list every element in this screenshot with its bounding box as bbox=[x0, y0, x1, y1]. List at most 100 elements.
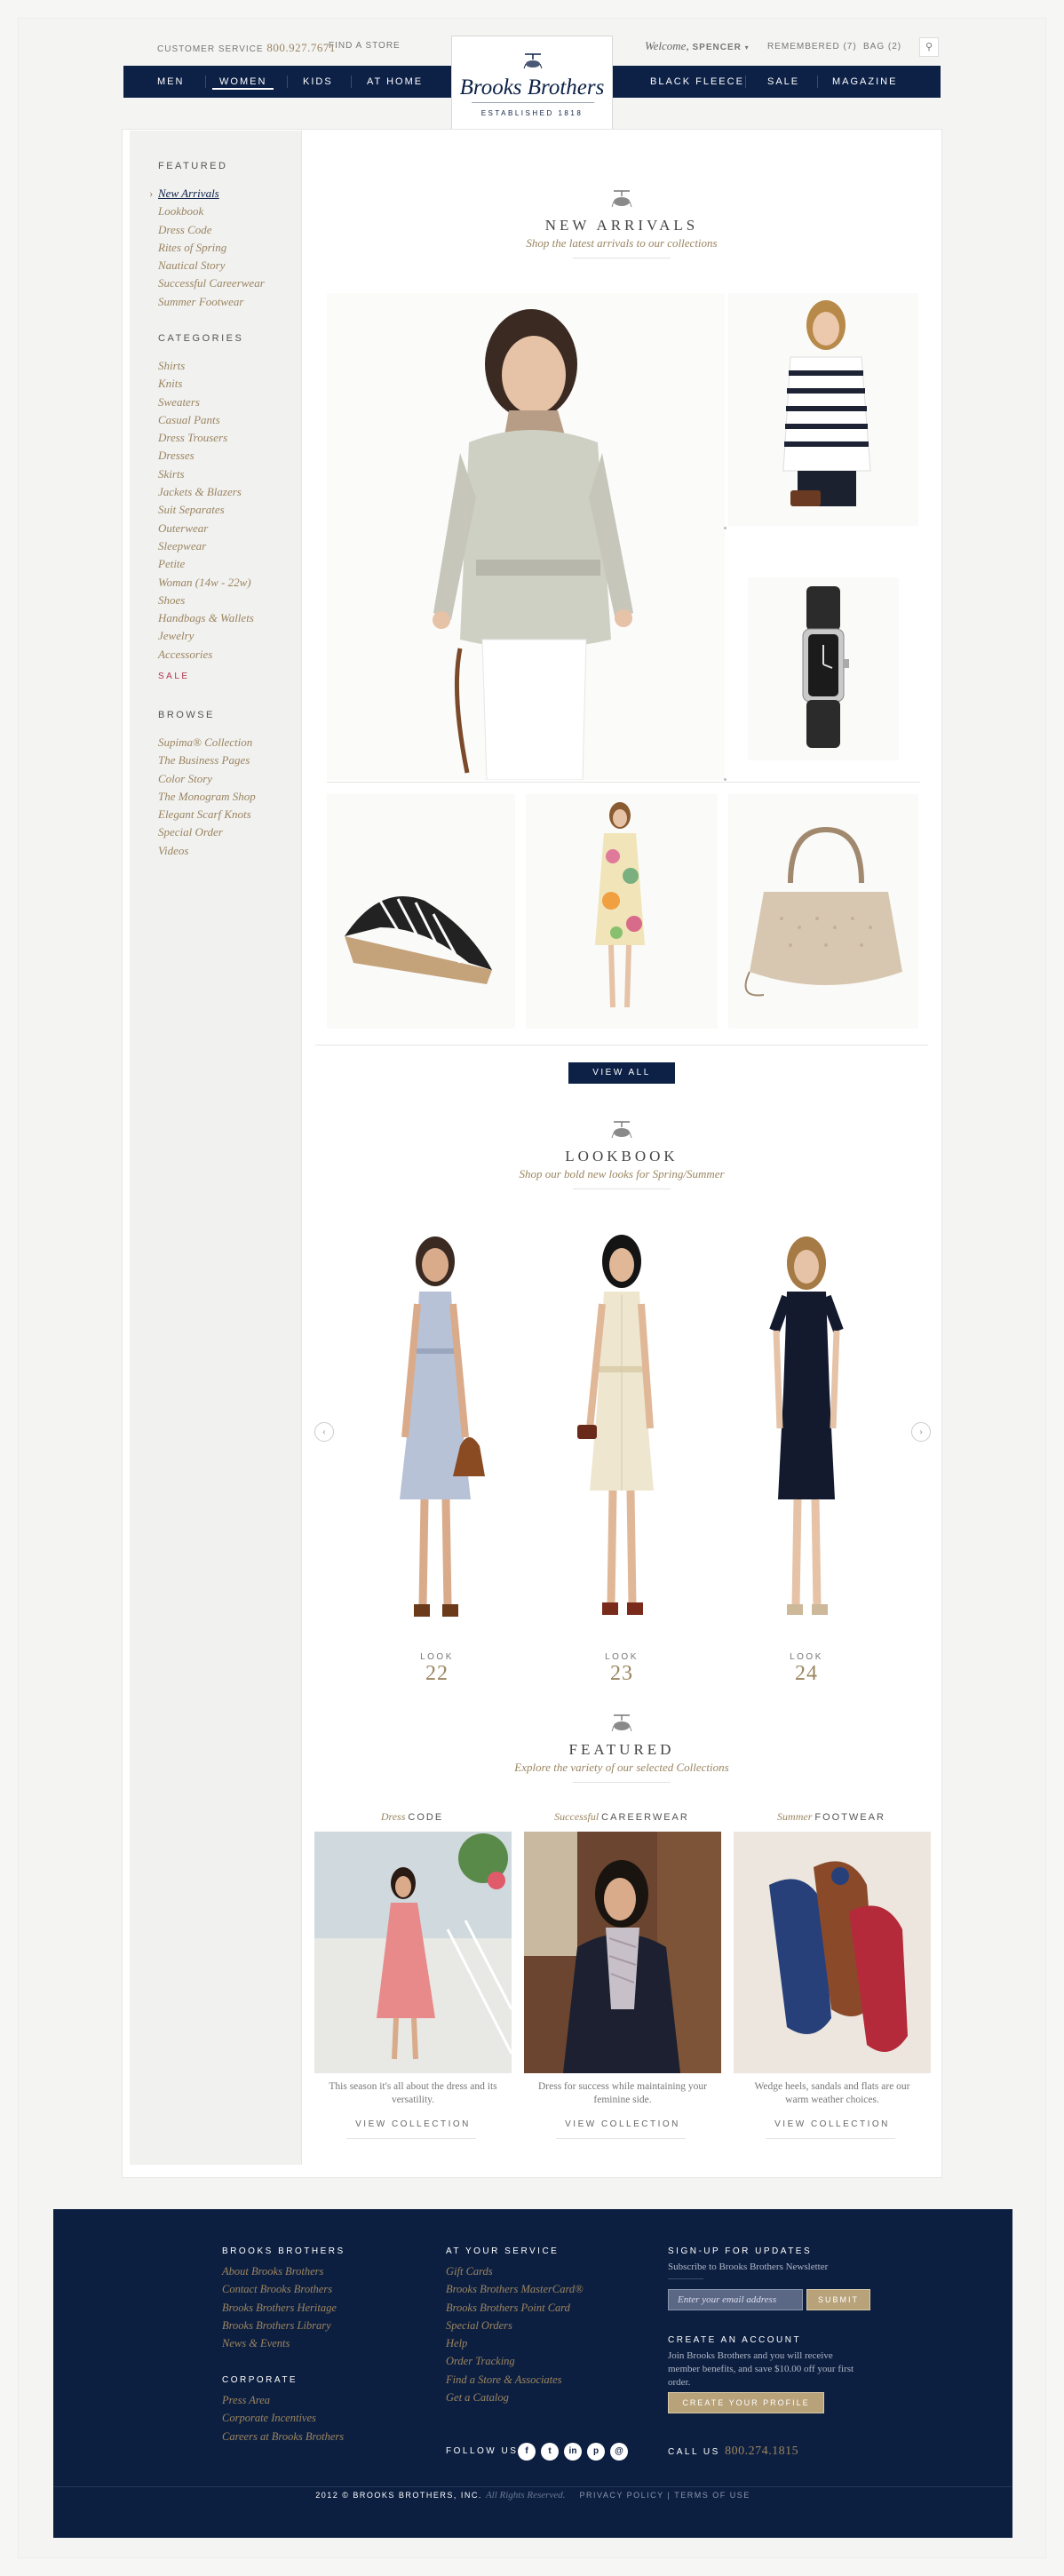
sidebar-item-successful-careerwear[interactable]: Successful Careerwear bbox=[158, 274, 265, 292]
carousel-next-button[interactable]: › bbox=[911, 1422, 931, 1442]
nav-sale[interactable]: SALE bbox=[767, 66, 799, 98]
sidebar-item-lookbook[interactable]: Lookbook bbox=[158, 203, 265, 220]
view-collection-careerwear[interactable]: VIEW COLLECTION bbox=[560, 2119, 685, 2129]
customer-service[interactable]: CUSTOMER SERVICE 800.927.7671 bbox=[157, 41, 336, 55]
user-name[interactable]: SPENCER bbox=[692, 43, 741, 52]
sidebar-item-sale[interactable]: SALE bbox=[158, 672, 190, 681]
footer-link-help[interactable]: Help bbox=[446, 2334, 584, 2352]
sidebar-item-petite[interactable]: Petite bbox=[158, 555, 254, 573]
brand-logo[interactable]: Brooks Brothers ESTABLISHED 1818 bbox=[451, 36, 613, 131]
look-22-image[interactable] bbox=[362, 1233, 508, 1642]
carousel-prev-button[interactable]: ‹ bbox=[314, 1422, 334, 1442]
view-collection-dress-code[interactable]: VIEW COLLECTION bbox=[351, 2119, 475, 2129]
terms-link[interactable]: TERMS OF USE bbox=[674, 2491, 750, 2500]
footer-link-catalog[interactable]: Get a Catalog bbox=[446, 2389, 584, 2406]
email-icon[interactable]: @ bbox=[610, 2443, 628, 2461]
collection-title-careerwear[interactable]: Successful CAREERWEAR bbox=[524, 1810, 719, 1824]
sidebar-item-jackets-blazers[interactable]: Jackets & Blazers bbox=[158, 483, 254, 501]
remembered-link[interactable]: REMEMBERED (7) bbox=[767, 42, 857, 52]
sidebar-item-shirts[interactable]: Shirts bbox=[158, 357, 254, 375]
nav-men[interactable]: MEN bbox=[157, 66, 184, 98]
bag-link[interactable]: BAG (2) bbox=[863, 42, 901, 52]
sidebar-item-handbags-wallets[interactable]: Handbags & Wallets bbox=[158, 609, 254, 627]
view-collection-footwear[interactable]: VIEW COLLECTION bbox=[770, 2119, 894, 2129]
sidebar-item-dresses[interactable]: Dresses bbox=[158, 447, 254, 465]
footer-link-point-card[interactable]: Brooks Brothers Point Card bbox=[446, 2299, 584, 2317]
sidebar-item-dress-code[interactable]: Dress Code bbox=[158, 221, 265, 239]
sidebar-item-shoes[interactable]: Shoes bbox=[158, 592, 254, 609]
footer-link-library[interactable]: Brooks Brothers Library bbox=[222, 2317, 337, 2334]
footer-link-contact[interactable]: Contact Brooks Brothers bbox=[222, 2280, 337, 2298]
nav-women[interactable]: WOMEN bbox=[211, 66, 274, 98]
footer-link-find-store[interactable]: Find a Store & Associates bbox=[446, 2371, 584, 2389]
sidebar-item-sleepwear[interactable]: Sleepwear bbox=[158, 537, 254, 555]
sidebar-item-accessories[interactable]: Accessories bbox=[158, 646, 254, 664]
newsletter-email-input[interactable]: Enter your email address bbox=[668, 2289, 803, 2310]
product-tile-floral-dress[interactable] bbox=[526, 794, 718, 1029]
welcome-user[interactable]: Welcome, SPENCER ▾ bbox=[645, 39, 750, 53]
product-tile-watch[interactable] bbox=[748, 577, 899, 760]
footer-link-press[interactable]: Press Area bbox=[222, 2391, 344, 2409]
sidebar-item-summer-footwear[interactable]: Summer Footwear bbox=[158, 293, 265, 311]
sidebar-item-rites-of-spring[interactable]: Rites of Spring bbox=[158, 239, 265, 257]
footer-link-gift-cards[interactable]: Gift Cards bbox=[446, 2262, 584, 2280]
facebook-icon[interactable]: f bbox=[518, 2443, 536, 2461]
collection-image-dress-code[interactable] bbox=[314, 1832, 512, 2073]
privacy-link[interactable]: PRIVACY POLICY bbox=[579, 2491, 663, 2500]
collection-title-footwear[interactable]: Summer FOOTWEAR bbox=[734, 1810, 929, 1824]
look-24-image[interactable] bbox=[735, 1233, 877, 1642]
collection-image-footwear[interactable] bbox=[734, 1832, 931, 2073]
sidebar-item-casual-pants[interactable]: Casual Pants bbox=[158, 411, 254, 429]
footer-call-number[interactable]: 800.274.1815 bbox=[725, 2445, 798, 2458]
footer-link-mastercard[interactable]: Brooks Brothers MasterCard® bbox=[446, 2280, 584, 2298]
sidebar-item-supima[interactable]: Supima® Collection bbox=[158, 734, 256, 751]
collection-image-careerwear[interactable] bbox=[524, 1832, 721, 2073]
twitter-icon[interactable]: t bbox=[541, 2443, 559, 2461]
sidebar-item-sweaters[interactable]: Sweaters bbox=[158, 394, 254, 411]
footer-link-special-orders[interactable]: Special Orders bbox=[446, 2317, 584, 2334]
product-tile-striped-sweater[interactable] bbox=[728, 293, 918, 526]
collection-title-dress-code[interactable]: Dress CODE bbox=[314, 1810, 510, 1824]
footer-link-careers[interactable]: Careers at Brooks Brothers bbox=[222, 2428, 344, 2445]
search-button[interactable]: ⚲ bbox=[919, 37, 939, 57]
sidebar-item-jewelry[interactable]: Jewelry bbox=[158, 627, 254, 645]
nav-kids[interactable]: KIDS bbox=[303, 66, 333, 98]
sidebar-item-color-story[interactable]: Color Story bbox=[158, 770, 256, 788]
sidebar-item-videos[interactable]: Videos bbox=[158, 842, 256, 860]
footer-link-incentives[interactable]: Corporate Incentives bbox=[222, 2409, 344, 2427]
pinterest-icon[interactable]: p bbox=[587, 2443, 605, 2461]
sidebar-item-outerwear[interactable]: Outerwear bbox=[158, 520, 254, 537]
newsletter-submit-button[interactable]: SUBMIT bbox=[806, 2289, 870, 2310]
product-tile-handbag[interactable] bbox=[728, 794, 918, 1029]
linkedin-icon[interactable]: in bbox=[564, 2443, 582, 2461]
product-tile-wedge-sandal[interactable] bbox=[327, 794, 515, 1029]
chevron-down-icon[interactable]: ▾ bbox=[745, 44, 750, 52]
sidebar-item-business-pages[interactable]: The Business Pages bbox=[158, 751, 256, 769]
footer-link-about[interactable]: About Brooks Brothers bbox=[222, 2262, 337, 2280]
sidebar-item-monogram-shop[interactable]: The Monogram Shop bbox=[158, 788, 256, 806]
customer-service-phone[interactable]: 800.927.7671 bbox=[266, 41, 336, 54]
sidebar-item-scarf-knots[interactable]: Elegant Scarf Knots bbox=[158, 806, 256, 823]
product-tile-linen-jacket[interactable] bbox=[327, 293, 725, 780]
sidebar-item-special-order[interactable]: Special Order bbox=[158, 823, 256, 841]
footer-link-order-tracking[interactable]: Order Tracking bbox=[446, 2352, 584, 2370]
view-all-button[interactable]: VIEW ALL bbox=[568, 1062, 675, 1084]
sidebar-item-knits[interactable]: Knits bbox=[158, 375, 254, 393]
footer-link-heritage[interactable]: Brooks Brothers Heritage bbox=[222, 2299, 337, 2317]
sidebar-item-woman[interactable]: Woman (14w - 22w) bbox=[158, 574, 254, 592]
find-store-link[interactable]: FIND A STORE bbox=[329, 41, 401, 51]
footer-link-news[interactable]: News & Events bbox=[222, 2334, 337, 2352]
nav-at-home[interactable]: AT HOME bbox=[367, 66, 423, 98]
sidebar-item-suit-separates[interactable]: Suit Separates bbox=[158, 501, 254, 519]
sidebar-item-new-arrivals[interactable]: New Arrivals bbox=[149, 185, 265, 203]
nav-magazine[interactable]: MAGAZINE bbox=[832, 66, 897, 98]
nav-black-fleece[interactable]: BLACK FLEECE bbox=[650, 66, 744, 98]
sidebar-item-nautical-story[interactable]: Nautical Story bbox=[158, 257, 265, 274]
look-23-image[interactable] bbox=[551, 1233, 693, 1642]
sidebar-item-skirts[interactable]: Skirts bbox=[158, 465, 254, 483]
divider-dot bbox=[724, 527, 727, 529]
collection-title-caps: FOOTWEAR bbox=[814, 1812, 885, 1823]
model-image bbox=[769, 1236, 844, 1615]
sidebar-item-dress-trousers[interactable]: Dress Trousers bbox=[158, 429, 254, 447]
create-profile-button[interactable]: CREATE YOUR PROFILE bbox=[668, 2392, 824, 2413]
